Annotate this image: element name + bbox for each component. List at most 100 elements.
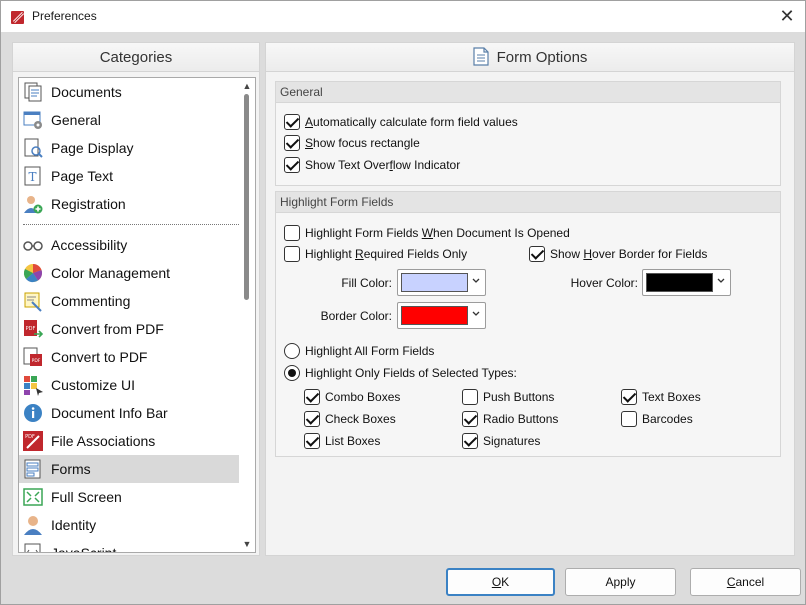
checkbox-label: Radio Buttons	[483, 412, 559, 426]
category-item-accessibility[interactable]: Accessibility	[19, 231, 255, 259]
category-item-registration[interactable]: Registration	[19, 190, 255, 218]
checkbox-label-rest: how focus rectangle	[313, 136, 420, 150]
checkbox-box[interactable]	[284, 114, 300, 130]
category-item-commenting[interactable]: Commenting	[19, 287, 255, 315]
dialog-body: Categories Documents General Page Display T…	[1, 32, 805, 604]
category-label: Page Display	[51, 140, 134, 156]
category-label: Forms	[51, 461, 91, 477]
auto-calculate-checkbox[interactable]: Automatically calculate form field value…	[284, 113, 518, 131]
checkbox-label-rest: hen Document Is Opened	[433, 226, 570, 240]
scroll-up-icon[interactable]: ▲	[242, 81, 252, 91]
hover-color-swatch	[646, 273, 713, 292]
border-color-picker[interactable]	[397, 302, 486, 329]
checkbox-box[interactable]	[304, 411, 320, 427]
cancel-label-rest: ancel	[735, 575, 765, 589]
radio-label: Highlight All Form Fields	[305, 344, 435, 358]
chevron-down-icon	[717, 278, 725, 283]
checkbox-box[interactable]	[621, 389, 637, 405]
category-label: Convert to PDF	[51, 349, 148, 365]
text-boxes-checkbox[interactable]: Text Boxes	[621, 388, 701, 406]
svg-text:PDF: PDF	[26, 326, 36, 332]
scroll-down-icon[interactable]: ▼	[242, 539, 252, 549]
customize-ui-icon	[24, 376, 43, 396]
checkbox-box[interactable]	[284, 135, 300, 151]
radio-buttons-checkbox[interactable]: Radio Buttons	[462, 410, 558, 428]
checkbox-box[interactable]	[304, 433, 320, 449]
radio-circle[interactable]	[284, 365, 300, 381]
combo-boxes-checkbox[interactable]: Combo Boxes	[304, 388, 400, 406]
checkbox-label-prefix: Highlight Form Fields	[305, 226, 422, 240]
checkbox-label: Combo Boxes	[325, 390, 401, 404]
ok-button[interactable]: OK	[446, 568, 555, 596]
barcodes-checkbox[interactable]: Barcodes	[621, 410, 693, 428]
full-screen-icon	[23, 488, 43, 506]
highlight-all-radio[interactable]: Highlight All Form Fields	[284, 342, 434, 360]
highlight-required-checkbox[interactable]: Highlight Required Fields Only	[284, 245, 467, 263]
scrollbar-thumb[interactable]	[244, 94, 249, 300]
apply-button[interactable]: Apply	[565, 568, 676, 596]
category-item-page-text[interactable]: T Page Text	[19, 162, 255, 190]
form-options-icon	[472, 46, 489, 66]
info-icon	[24, 404, 42, 422]
category-item-file-associations[interactable]: PDF File Associations	[19, 427, 255, 455]
category-label: Full Screen	[51, 489, 122, 505]
general-icon	[23, 111, 42, 129]
category-label: File Associations	[51, 433, 156, 449]
list-boxes-checkbox[interactable]: List Boxes	[304, 432, 380, 450]
checkbox-label: List Boxes	[325, 434, 381, 448]
category-item-javascript[interactable]: JavaScript	[19, 539, 255, 552]
check-boxes-checkbox[interactable]: Check Boxes	[304, 410, 396, 428]
checkbox-box[interactable]	[284, 246, 300, 262]
category-item-full-screen[interactable]: Full Screen	[19, 483, 255, 511]
checkbox-label-rest: over Border for Fields	[592, 247, 708, 261]
category-item-page-display[interactable]: Page Display	[19, 134, 255, 162]
checkbox-label-prefix: Show Text Over	[305, 158, 390, 172]
checkbox-box[interactable]	[529, 246, 545, 262]
cancel-button[interactable]: Cancel	[690, 568, 801, 596]
category-item-convert-from-pdf[interactable]: PDF Convert from PDF	[19, 315, 255, 343]
category-item-customize-ui[interactable]: Customize UI	[19, 371, 255, 399]
categories-scrollbar[interactable]: ▲ ▼	[239, 78, 255, 552]
checkbox-box[interactable]	[462, 389, 478, 405]
title-bar: Preferences ✕	[1, 1, 805, 32]
close-button[interactable]: ✕	[777, 6, 797, 26]
file-associations-icon: PDF	[23, 431, 43, 451]
checkbox-label-accel: R	[355, 247, 364, 261]
category-item-documents[interactable]: Documents	[19, 78, 255, 106]
checkbox-label-accel: H	[583, 247, 593, 261]
category-label: Identity	[51, 517, 97, 533]
signatures-checkbox[interactable]: Signatures	[462, 432, 540, 450]
category-item-color-management[interactable]: Color Management	[19, 259, 255, 287]
category-label: Page Text	[51, 168, 114, 184]
radio-circle[interactable]	[284, 343, 300, 359]
highlight-when-opened-checkbox[interactable]: Highlight Form Fields When Document Is O…	[284, 224, 570, 242]
commenting-icon	[24, 292, 42, 312]
focus-rectangle-checkbox[interactable]: Show focus rectangle	[284, 134, 420, 152]
category-item-convert-to-pdf[interactable]: PDF Convert to PDF	[19, 343, 255, 371]
push-buttons-checkbox[interactable]: Push Buttons	[462, 388, 554, 406]
category-item-identity[interactable]: Identity	[19, 511, 255, 539]
form-options-title: Form Options	[496, 49, 588, 66]
hover-color-label: Hover Color:	[570, 276, 638, 290]
form-options-panel: Form Options General Automatically calcu…	[265, 42, 795, 556]
categories-list[interactable]: Documents General Page Display T Page Text Re…	[18, 77, 256, 553]
general-group-title: General	[276, 82, 780, 103]
checkbox-box[interactable]	[621, 411, 637, 427]
highlight-selected-types-radio[interactable]: Highlight Only Fields of Selected Types:	[284, 364, 517, 382]
category-item-general[interactable]: General	[19, 106, 255, 134]
hover-border-checkbox[interactable]: Show Hover Border for Fields	[529, 245, 707, 263]
overflow-indicator-checkbox[interactable]: Show Text Overflow Indicator	[284, 156, 460, 174]
fill-color-picker[interactable]	[397, 269, 486, 296]
page-text-icon: T	[24, 166, 41, 186]
checkbox-box[interactable]	[304, 389, 320, 405]
category-label: Accessibility	[51, 237, 128, 253]
checkbox-box[interactable]	[284, 157, 300, 173]
documents-icon	[24, 82, 42, 102]
category-item-forms[interactable]: Forms	[19, 455, 239, 483]
hover-color-picker[interactable]	[642, 269, 731, 296]
checkbox-box[interactable]	[462, 411, 478, 427]
checkbox-box[interactable]	[462, 433, 478, 449]
checkbox-box[interactable]	[284, 225, 300, 241]
category-item-document-info-bar[interactable]: Document Info Bar	[19, 399, 255, 427]
radio-label: Highlight Only Fields of Selected Types:	[305, 366, 517, 380]
